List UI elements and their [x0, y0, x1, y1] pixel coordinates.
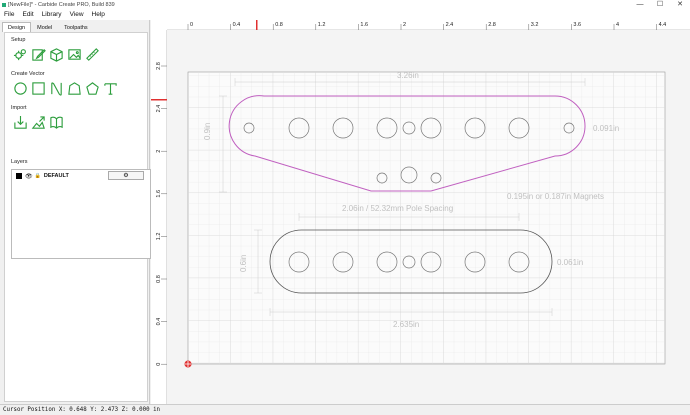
section-layers: Layers: [11, 159, 28, 165]
x-ruler-tick-label: 3.2: [531, 22, 539, 28]
window-title: [NewFile]* - Carbide Create PRO, Build 8…: [8, 2, 115, 8]
menu-library[interactable]: Library: [38, 10, 66, 20]
x-ruler-tick-label: 0.4: [233, 22, 241, 28]
y-ruler-tick-label: 2.8: [156, 62, 162, 70]
library-book-icon[interactable]: [49, 115, 64, 130]
image-icon[interactable]: [67, 47, 82, 62]
y-ruler-tick-label: 2.4: [156, 105, 162, 113]
section-create-vector: Create Vector: [11, 71, 45, 77]
x-ruler-tick-label: 2.4: [446, 22, 454, 28]
y-ruler-tick-label: 1.6: [156, 190, 162, 198]
x-ruler-tick-label: 3.6: [573, 22, 581, 28]
import-image-icon[interactable]: [31, 115, 46, 130]
setup-tools: [13, 47, 100, 62]
cursor-position-readout: Cursor Position X: 0.648 Y: 2.473 Z: 0.0…: [3, 407, 161, 413]
box-icon[interactable]: [49, 47, 64, 62]
circle-icon[interactable]: [13, 81, 28, 96]
close-button[interactable]: ✕: [670, 0, 690, 10]
panel-tabs: Design Model Toolpaths: [2, 22, 94, 32]
x-ruler-tick-label: 4.4: [659, 22, 667, 28]
grid-major: [188, 72, 665, 364]
x-ruler-tick-label: 4: [616, 22, 619, 28]
y-ruler-tick-label: 0: [156, 363, 162, 366]
text-icon[interactable]: [103, 81, 118, 96]
layer-settings-button[interactable]: ⚙: [108, 171, 144, 180]
design-canvas[interactable]: 0 0.4 0.8 1.2 1.6 2 2.4 2.8 3.2 3.6 4 4.4 2.8 2.4 2 1.…: [151, 20, 690, 404]
import-tools: [13, 115, 64, 130]
layer-name: DEFAULT: [43, 173, 69, 179]
curve-icon[interactable]: [49, 81, 64, 96]
tab-toolpaths[interactable]: Toolpaths: [58, 22, 94, 32]
design-panel: Setup Create Vector Import Layers 👁 🔒 DE…: [4, 32, 151, 402]
dim-bottom-width: 2.635in: [393, 320, 420, 329]
maximize-button[interactable]: ☐: [650, 0, 670, 10]
tab-model[interactable]: Model: [31, 22, 58, 32]
dim-bottom-right-hole: 0.061in: [557, 258, 584, 267]
lock-icon[interactable]: 🔒: [35, 173, 41, 179]
menu-view[interactable]: View: [66, 10, 88, 20]
section-setup: Setup: [11, 37, 26, 43]
rectangle-icon[interactable]: [31, 81, 46, 96]
import-arrow-icon[interactable]: [13, 115, 28, 130]
layers-list: 👁 🔒 DEFAULT ⚙: [11, 169, 151, 259]
vector-tools: [13, 81, 118, 96]
x-ruler-tick-label: 0: [190, 22, 193, 28]
dim-magnets: 0.195in or 0.187in Magnets: [507, 192, 604, 201]
menu-help[interactable]: Help: [88, 10, 109, 20]
y-ruler-tick-label: 0.4: [156, 318, 162, 326]
left-panel: Design Model Toolpaths Setup Create Vect…: [0, 20, 151, 404]
x-ruler-tick-label: 0.8: [275, 22, 283, 28]
dim-top-right-hole: 0.091in: [593, 124, 620, 133]
title-bar: [NewFile]* - Carbide Create PRO, Build 8…: [0, 0, 690, 10]
y-ruler-tick-label: 2: [156, 150, 162, 153]
layer-color-swatch[interactable]: [16, 173, 22, 179]
x-ruler-tick-label: 2: [403, 22, 406, 28]
ruler-icon[interactable]: [85, 47, 100, 62]
minimize-button[interactable]: —: [630, 0, 650, 10]
menu-bar: File Edit Library View Help: [0, 10, 690, 20]
job-setup-icon[interactable]: [13, 47, 28, 62]
section-import: Import: [11, 105, 27, 111]
menu-file[interactable]: File: [0, 10, 18, 20]
cursor-marker-x: [256, 20, 258, 30]
dim-pole-spacing: 2.06in / 52.32mm Pole Spacing: [342, 204, 454, 213]
left-ruler: [151, 20, 167, 404]
cursor-marker-y: [151, 99, 167, 101]
dim-top-height: 0.9in: [203, 122, 212, 140]
y-ruler-tick-label: 0.8: [156, 275, 162, 283]
polygon-blob-icon[interactable]: [67, 81, 82, 96]
pentagon-icon[interactable]: [85, 81, 100, 96]
menu-edit[interactable]: Edit: [18, 10, 37, 20]
eye-icon[interactable]: 👁: [25, 173, 33, 180]
dim-top-width: 3.26in: [397, 71, 419, 80]
x-ruler-tick-label: 1.6: [360, 22, 368, 28]
layer-row-default[interactable]: 👁 🔒 DEFAULT ⚙: [12, 170, 151, 182]
x-ruler-tick-label: 2.8: [488, 22, 496, 28]
app-icon: [2, 3, 6, 7]
edit-icon[interactable]: [31, 47, 46, 62]
dim-bottom-height: 0.6in: [239, 254, 248, 272]
y-ruler-tick-label: 1.2: [156, 233, 162, 241]
x-ruler-tick-label: 1.2: [318, 22, 326, 28]
status-bar: Cursor Position X: 0.648 Y: 2.473 Z: 0.0…: [0, 404, 690, 414]
tab-design[interactable]: Design: [2, 22, 32, 32]
